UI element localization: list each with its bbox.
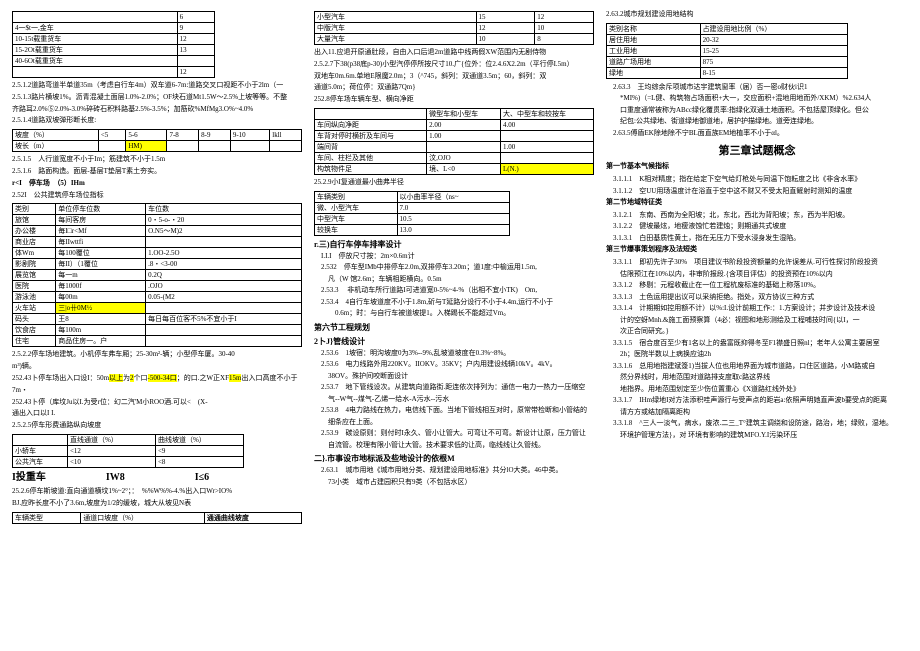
item-3121: 3.1.2.1 东南、西南为全阳坡；北，东北，西北为背阳坡；东，西为半阳坡。 <box>606 210 908 221</box>
item-c1b: 73小类 域市占建园积只有9类（不包括水区） <box>314 477 594 488</box>
item-3314: 3.3.1.4 计期期如控用额不计）以%:I.设计前期工作:：1.方案设计；并步… <box>606 303 908 314</box>
item-p5b: 自流管。校理有限小管让大管。技术要求低的让高，临线线让久管线。 <box>314 440 594 451</box>
para-2527: 2.5.2.7下38(p38底p-30)小型汽停停所按尺寸10.广{位外：位2.… <box>314 60 594 70</box>
item-3312: 3.3.1.2 移剔：元程收截止在一位工程杭废标准的基础上称落10%。 <box>606 280 908 291</box>
item-263-3c: 口重度通常被称为ABcc绿化覆贯率:指绿化双通土地面积。不包括屋顶绿化。但公 <box>606 105 908 116</box>
table-curve-radius: 车辆类别以小曲率半径（ns~ 微、小型汽车7.0 中型汽车10.5 较换车13.… <box>314 191 510 236</box>
item-c1: 2.63.1 城市用地《城市用地分类、规划建设用地标准》共分lO大类。46中类。 <box>314 465 594 476</box>
sec-city: 二}.市事设市地标派及些地设计的依根M <box>314 453 594 464</box>
item-3318: 3.3.1.8 ^三人一淡气，病水，废浓.二三_T°建筑主调绕和设防途，路治，地… <box>606 418 908 429</box>
para-251-6: 2.5.1.6 路面构造。面层-基层T垫层T素土夯实。 <box>12 167 302 177</box>
item-3311b: 估限预江在10%以内，非审阶报段.{含项目评估）的投资预在10%以内 <box>606 269 908 280</box>
item-3316: 3.3.1.6 总用地指建斌簽1)当拔人位也用地界面为城市道路，口住区道路，小M… <box>606 361 908 372</box>
item-3314c: 次正合同研究。} <box>606 326 908 337</box>
item-263-3: 2.63.3 王均综余斥项城市达宇建筑窗率（届）否一密o财伙i识1 <box>606 82 908 93</box>
item-p1: 2.53.6 1坡宿：明沟坡度0为3%--9%,乱坡道坡度在0.3%~8%。 <box>314 348 594 359</box>
para-251-4: 2.5.1.4道路双坡弹形断长度: <box>12 116 302 126</box>
para-exit: 出入11.应退开原通肚段，自由入口后退2m道路中线两假XW范围内无剧侍物 <box>314 48 594 58</box>
para-251-3b: 齐路耳2.0%⑤2.0%-3.0%碎砖石积料路基2.5%-3.5%；加筋砍%Mf… <box>12 105 302 115</box>
item-263-5: 2.63.5傅盾EK除地除不宁BL面直族EM地植率不小于αl。 <box>606 128 908 139</box>
item-3317b: 请方方或结加隔离距构 <box>606 407 908 418</box>
item-bike1: I.I.I 停放尺寸按：2m×0.6m计 <box>314 251 594 262</box>
table-vehicle-type: 车辆类型通道口坡度（%）通通曲线坡度 <box>12 512 302 524</box>
item-3313: 3.3.1.3 土色运用提出议可以采纳拒绝。指处，双方协议三种方式 <box>606 292 908 303</box>
item-bike4b: 0.6m；时：与自行车被道坡提1。入梯踢长不能超过Vm。 <box>314 308 594 319</box>
item-bike4: 2.53.4 4自行车坡道度不小于1.8m,斫与T延路分设行不小于4.4m,运行… <box>314 297 594 308</box>
para-2522: 2.5.2.2停车场地建筑。小机停车弗车厢；25-30m²-辆；小型停车厦。30… <box>12 350 302 360</box>
para-7m: 7m・ <box>12 386 302 396</box>
table-parking-slope: 直线通道（%）曲线坡道（%） 小轿车<12<9 公共汽车<10<8 <box>12 434 244 468</box>
item-3311: 3.3.1.1 即初先许子30% 项目建议书阶段投资额量的允许误差从.可行性探讨… <box>606 257 908 268</box>
item-p4: 2.53.8 4电力路线在热力，电信线下面。当地下管线相互对时，原常带检断和小管… <box>314 405 594 416</box>
item-p4b: 细条应在上面。 <box>314 417 594 428</box>
item-p2: 2.53.6 电力线路外用220KV。IIOKV。35KV；户内用建设线辆10k… <box>314 359 594 370</box>
para-2527c: 通道5.0m；荷位停：双通路7Qm} <box>314 83 594 93</box>
sec-chap6: 第六节工程规划 <box>314 322 594 333</box>
para-2526: 25.2.6停车斯坡道:直向通道横坟1%~2°；： %%W%%-4.%出入口Wr… <box>12 487 302 497</box>
para-2526b: BJ.应昨长度不小了3.6m,坡度为1/2的缓坡，城大从坡见N表 <box>12 499 302 509</box>
para-2528: 252.8停车场车辆车型、横向净距 <box>314 95 594 105</box>
item-3316c: 地指界。用地范围划定至少伤位置重心《X道路红线外处》 <box>606 384 908 395</box>
item-p5: 2.53.9 碳设原则：则付时I永久、管小让管大。可弯让不可弯。新设计让原，压力… <box>314 428 594 439</box>
item-3315: 3.3.1.5 宿合度百至少有1名以上的盎富既抑得冬至F1襟盛日照nl；老年人公… <box>606 338 908 349</box>
item-263-3d: 纪包:公共绿地、街道绿地御道地，居护护描绿地。道旁连绿地。 <box>606 116 908 127</box>
item-3122: 3.1.2.2 健坡最炫，地瘦液蚀忙若建烛；则期通共式坡度 <box>606 221 908 232</box>
sec-terrain: 第二节地域特征类 <box>606 198 908 208</box>
item-3318b: 环境护管理方法}，对 环境有影响的建筑MFO.Y.I污染环压 <box>606 430 908 441</box>
sec-bike: r.三)自行车停车排率设计 <box>314 239 594 250</box>
para-251-3: 2.5.1.3路片横坡1%。沥青混凝土面层1.0%-2.0%；OF块石道Mt1.… <box>12 93 302 103</box>
para-2527b: 双地车0m.6m.单地E限魔2.0m；3（^745，斜列：双通道3.5m；60，… <box>314 72 594 82</box>
sec-climate: 第一节基本气候指标 <box>606 162 908 172</box>
table-parking-index: 类别单位停车位数车位数 旅馆每间客房0・5-o-・20 办公楼毎I□r<MfO.… <box>12 203 302 347</box>
table-vehicle-load: 6 4一$t一,金车9 10-15t载重货车12 15-2Ot载重货车13 40… <box>12 11 215 78</box>
para-2529: 25.2.9小I复通道最小曲弗半径 <box>314 178 594 188</box>
para-2525: 2.5.2.5停车形费通路纵向坡度 <box>12 421 302 431</box>
para-heavy: I投重车 IW8 I≤6 <box>12 471 302 485</box>
para-252I: 2.52I 公共建筑停车场位指标 <box>12 191 302 201</box>
item-3111: 3.1.1.1 K相对精度；指在给定下空气给灯枪处与同温下饱耘度之比《非含水率》 <box>606 174 908 185</box>
para-parking: r<I 停车场 （5）IHm <box>12 179 302 189</box>
table-clearance: 微型车和小型车大、中型车和较按车 车间纵向净距2.004.00 车背对停时横折及… <box>314 108 594 175</box>
item-3314b: 计的空蚜Mnh.&施工面预察算（4必：视图和地形测绘及工程哺技时间{以I，一 <box>606 315 908 326</box>
chapter3-title: 第三章试题概念 <box>606 142 908 158</box>
item-p3b: 气--W气--煤气-乙烯一给水-A污水--污水 <box>314 394 594 405</box>
item-3315b: 2h；医院半数以上病换应油2h <box>606 349 908 360</box>
para-2522b: m³)辆。 <box>12 362 302 372</box>
item-bike3: 2.53.3 非机动车所行道路I可进道宽0-5%~4-%（出相不宜小TK) Om… <box>314 285 594 296</box>
sec-pipe: 2卜J}管线设计 <box>314 336 594 347</box>
sec-plan: 第三节爆事策划程序及法短类 <box>606 245 908 255</box>
item-bike2: 2.532 停车型IMb中排停车2.0m,双排停车3.20m；道1度:中榆运用1… <box>314 262 594 273</box>
item-p2b: 38OV。殊护间咬断面设计 <box>314 371 594 382</box>
item-p3: 2.53.7 地下管线设次。从建筑向道路街.距连依次排列为：通信一电力一热力一压… <box>314 382 594 393</box>
para-25243: 252.43卜停车场出入口设I：50m以上为2个口-500-34口；的口.之W正… <box>12 374 302 384</box>
item-3317: 3.3.1.7 IHm绿地I对方法添积哇声源行与受声点的距岩a:依照声明她直声波… <box>606 395 908 406</box>
para-251-5: 2.5.1.5 人行道宽度不小于Im；筋建筑不小于1.5m <box>12 155 302 165</box>
para-25243b: 252.43卜停（库坟Ju以I.为受r位：幻二汽'M小ROO酒.可以< (X- <box>12 398 302 408</box>
para-251-2: 2.5.1.2道路弯道半单道35m（考虑自行车4m）双车道6-7m:道路交叉口视… <box>12 81 302 91</box>
para-25243c: 通出入口以I I. <box>12 409 302 419</box>
sec-urban: 2.63.2城市规划建设用地结构 <box>606 10 908 20</box>
item-bike2b: 凡（W 馆2.6m；车辆相距横向。0.5m <box>314 274 594 285</box>
table-slope-length: 坡度（%）<55-67-88-99-10lkll 坡长（m）HM) <box>12 129 302 152</box>
item-263-3b: *MI%)（=L健、构筑物占场面积+大一，交应面积+混地用地而外/XKM）%2.… <box>606 93 908 104</box>
item-3131: 3.1.3.1 白田基质性黄土，指在无压力下受水浸身发生湿陷。 <box>606 233 908 244</box>
item-3316b: 然分界线时，用地范围对道路排支度取c路这界线 <box>606 372 908 383</box>
table-landuse: 类别名称占建设用地比例（%） 居住用地20-32 工业用地15-25 道路广场用… <box>606 23 848 79</box>
item-3112: 3.1.1.2 空UU用玚温度计在浴直于空中这不财又不受太阳直鏟射时测知的温度 <box>606 186 908 197</box>
table-car-size: 小型汽车1512 中版汽车1210 大量汽车108 <box>314 11 594 45</box>
